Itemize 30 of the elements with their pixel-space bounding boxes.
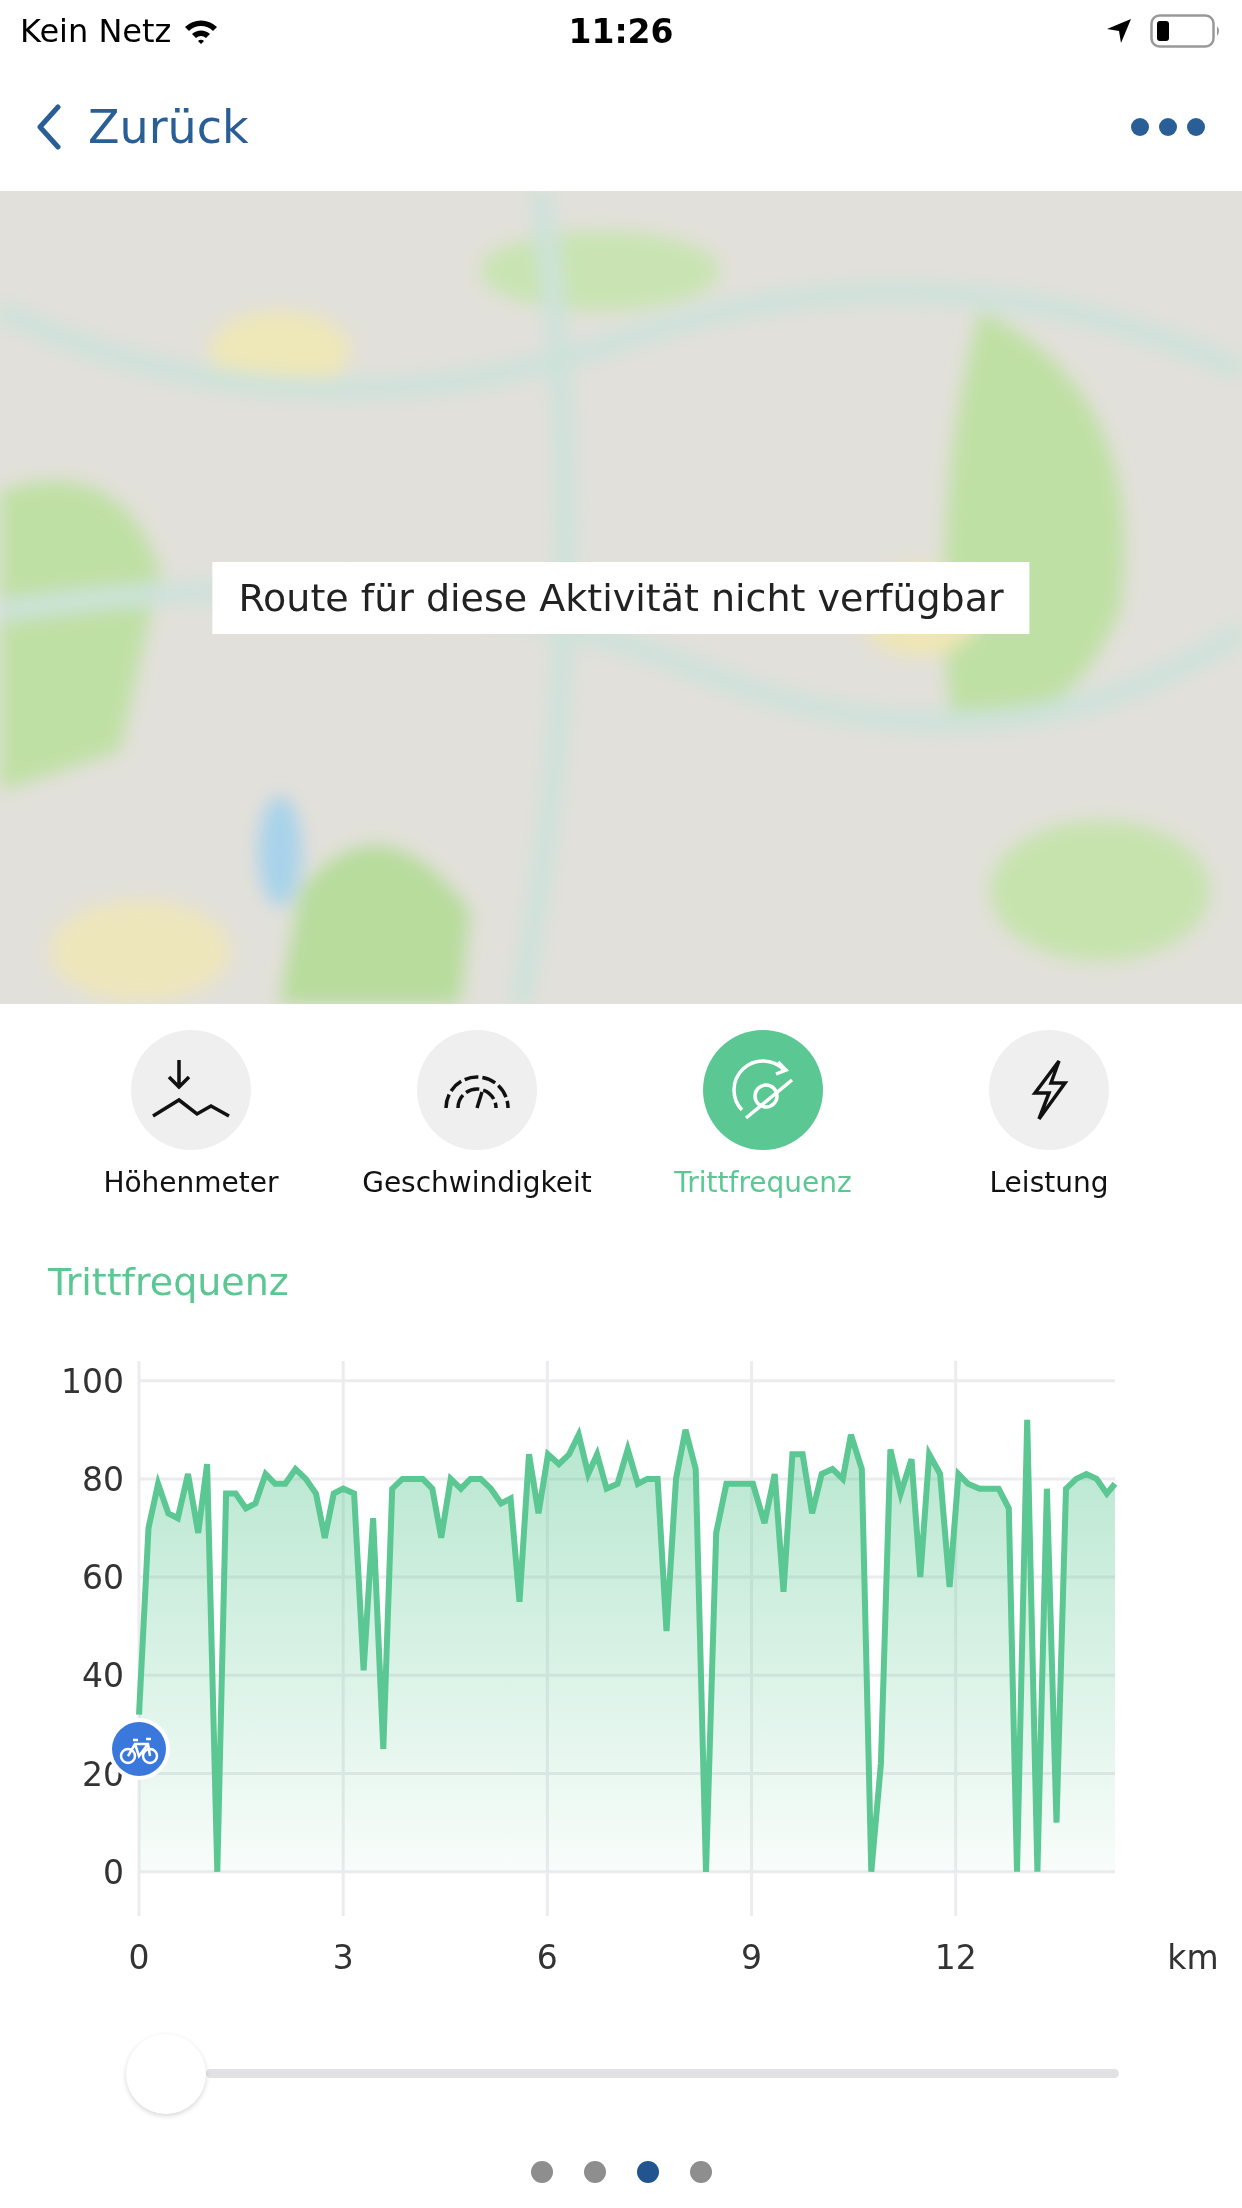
more-icon[interactable] — [1130, 116, 1206, 137]
axis-tick-label: 3 — [332, 1938, 354, 1977]
metric-tab[interactable]: Höhenmeter — [48, 1030, 334, 1204]
back-button[interactable]: Zurück — [36, 99, 249, 154]
location-arrow-icon — [1106, 18, 1132, 44]
metric-tab[interactable]: Geschwindigkeit — [334, 1030, 620, 1204]
axis-tick-label: 60 — [82, 1558, 124, 1598]
axis-tick-label: 40 — [82, 1656, 124, 1696]
chart-title: Trittfrequenz — [47, 1259, 290, 1306]
axis-tick-label: 0 — [103, 1852, 124, 1892]
elevation-icon — [151, 1060, 231, 1120]
axis-tick-label: 0 — [128, 1938, 150, 1977]
battery-icon — [1150, 14, 1222, 48]
lightning-icon — [1029, 1059, 1069, 1121]
axis-tick-label: 9 — [741, 1938, 763, 1977]
page-indicator-dot[interactable] — [530, 2161, 553, 2183]
axis-tick-label: 12 — [934, 1938, 977, 1977]
slider-thumb[interactable] — [126, 2033, 206, 2114]
metric-tab[interactable]: Leistung — [906, 1030, 1192, 1204]
clock-time: 11:26 — [568, 11, 674, 51]
axis-label: km — [1167, 1938, 1219, 1977]
axis-tick-label: 100 — [61, 1361, 124, 1401]
page-indicator-dot[interactable] — [689, 2161, 712, 2183]
chevron-left-icon — [36, 103, 62, 150]
route-unavailable-message: Route für diese Aktivität nicht verfügbar — [212, 561, 1030, 634]
page-indicator-dot[interactable] — [583, 2161, 606, 2183]
page-indicator-dot[interactable] — [636, 2161, 659, 2183]
axis-tick-label: 6 — [536, 1938, 558, 1977]
axis-tick-label: 80 — [82, 1459, 124, 1499]
carrier-text: Kein Netz — [20, 12, 172, 50]
